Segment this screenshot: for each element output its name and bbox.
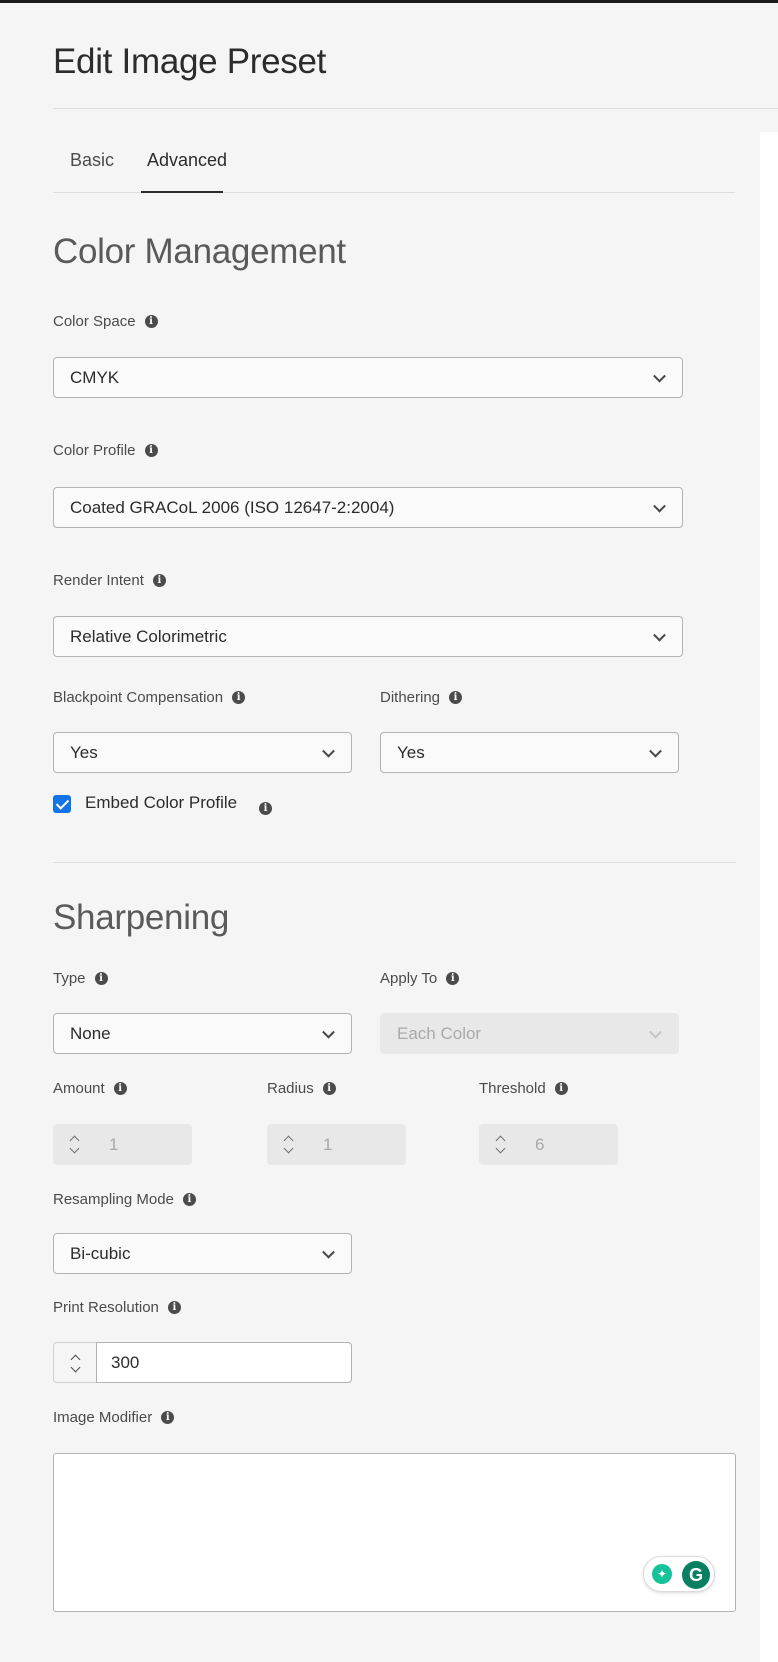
chevron-down-icon [69, 1143, 80, 1154]
chevron-down-icon [283, 1143, 294, 1154]
image-modifier-textarea[interactable] [53, 1453, 736, 1612]
info-icon[interactable]: i [322, 1082, 336, 1095]
info-icon[interactable]: i [113, 1082, 127, 1095]
color-profile-select[interactable]: Coated GRACoL 2006 (ISO 12647-2:2004) [53, 487, 683, 528]
dithering-label-text: Dithering [380, 689, 441, 706]
color-space-value: CMYK [70, 367, 120, 387]
type-label: Type i [53, 970, 108, 987]
title-divider [53, 108, 778, 109]
dithering-value: Yes [397, 742, 425, 762]
info-icon[interactable]: i [554, 1082, 568, 1095]
render-intent-label-text: Render Intent [53, 572, 144, 589]
render-intent-label: Render Intent i [53, 572, 166, 589]
image-modifier-label-text: Image Modifier [53, 1409, 153, 1426]
threshold-label-text: Threshold [479, 1080, 546, 1097]
resampling-mode-label-text: Resampling Mode [53, 1191, 174, 1208]
embed-color-profile-label[interactable]: Embed Color Profile [85, 793, 237, 813]
color-profile-value: Coated GRACoL 2006 (ISO 12647-2:2004) [70, 497, 395, 517]
amount-label-text: Amount [53, 1080, 105, 1097]
radius-stepper: 1 [267, 1124, 406, 1165]
apply-to-value: Each Color [397, 1023, 482, 1043]
sharpening-type-value: None [70, 1023, 111, 1043]
radius-label: Radius i [267, 1080, 336, 1097]
color-profile-label-text: Color Profile [53, 442, 136, 459]
info-icon[interactable]: i [161, 1411, 175, 1424]
page-title: Edit Image Preset [53, 42, 327, 81]
info-icon[interactable]: i [259, 802, 272, 815]
chevron-down-icon [649, 744, 662, 758]
color-space-label: Color Space i [53, 313, 158, 330]
print-resolution-input[interactable] [96, 1342, 352, 1383]
info-icon[interactable]: i [449, 691, 463, 704]
apply-to-label-text: Apply To [380, 970, 438, 987]
resampling-mode-label: Resampling Mode i [53, 1191, 196, 1208]
radius-value: 1 [323, 1134, 333, 1154]
sharpening-heading: Sharpening [53, 898, 230, 937]
threshold-stepper: 6 [479, 1124, 618, 1165]
threshold-stepper-arrows [479, 1124, 519, 1165]
color-space-label-text: Color Space [53, 313, 136, 330]
section-divider [53, 862, 736, 863]
resampling-mode-value: Bi-cubic [70, 1243, 131, 1263]
amount-label: Amount i [53, 1080, 127, 1097]
amount-stepper-arrows [53, 1124, 93, 1165]
radius-label-text: Radius [267, 1080, 314, 1097]
chevron-down-icon [653, 369, 666, 383]
color-profile-label: Color Profile i [53, 442, 158, 459]
info-icon[interactable]: i [94, 972, 108, 985]
chevron-down-icon [653, 499, 666, 513]
blackpoint-compensation-value: Yes [70, 742, 98, 762]
active-tab-indicator [141, 191, 223, 193]
sharpening-type-select[interactable]: None [53, 1013, 352, 1054]
apply-to-label: Apply To i [380, 970, 460, 987]
radius-stepper-arrows [267, 1124, 307, 1165]
grammarly-widget[interactable]: ✦ G [643, 1556, 715, 1592]
type-label-text: Type [53, 970, 86, 987]
blackpoint-compensation-label: Blackpoint Compensation i [53, 689, 246, 706]
threshold-value: 6 [535, 1134, 545, 1154]
blackpoint-compensation-select[interactable]: Yes [53, 732, 352, 773]
render-intent-select[interactable]: Relative Colorimetric [53, 616, 683, 657]
chevron-down-icon [495, 1143, 506, 1154]
chevron-down-icon [322, 744, 335, 758]
image-modifier-label: Image Modifier i [53, 1409, 175, 1426]
info-icon[interactable]: i [232, 691, 246, 704]
top-border [0, 0, 778, 3]
info-icon[interactable]: i [167, 1301, 181, 1314]
info-icon[interactable]: i [144, 444, 158, 457]
grammarly-icon[interactable]: G [682, 1561, 710, 1589]
print-resolution-label: Print Resolution i [53, 1299, 181, 1316]
dithering-label: Dithering i [380, 689, 463, 706]
blackpoint-compensation-label-text: Blackpoint Compensation [53, 689, 224, 706]
info-icon[interactable]: i [144, 315, 158, 328]
threshold-label: Threshold i [479, 1080, 568, 1097]
render-intent-value: Relative Colorimetric [70, 626, 227, 646]
print-resolution-label-text: Print Resolution [53, 1299, 159, 1316]
chevron-down-icon [322, 1025, 335, 1039]
info-icon[interactable]: i [446, 972, 460, 985]
color-space-select[interactable]: CMYK [53, 357, 683, 398]
chevron-down-icon [653, 628, 666, 642]
info-icon[interactable]: i [152, 574, 166, 587]
dithering-select[interactable]: Yes [380, 732, 679, 773]
chevron-down-icon [322, 1245, 335, 1259]
tab-advanced[interactable]: Advanced [147, 150, 227, 171]
embed-color-profile-checkbox[interactable] [53, 795, 71, 813]
tab-basic[interactable]: Basic [70, 150, 114, 171]
right-panel [760, 132, 778, 1662]
resampling-mode-select[interactable]: Bi-cubic [53, 1233, 352, 1274]
info-icon[interactable]: i [182, 1193, 196, 1206]
amount-value: 1 [109, 1134, 119, 1154]
chevron-down-icon [649, 1025, 662, 1039]
print-resolution-stepper-arrows[interactable] [53, 1342, 96, 1383]
chevron-down-icon[interactable] [70, 1362, 81, 1373]
color-management-heading: Color Management [53, 232, 346, 271]
lightbulb-icon[interactable]: ✦ [652, 1564, 672, 1584]
apply-to-select: Each Color [380, 1013, 679, 1054]
amount-stepper: 1 [53, 1124, 192, 1165]
